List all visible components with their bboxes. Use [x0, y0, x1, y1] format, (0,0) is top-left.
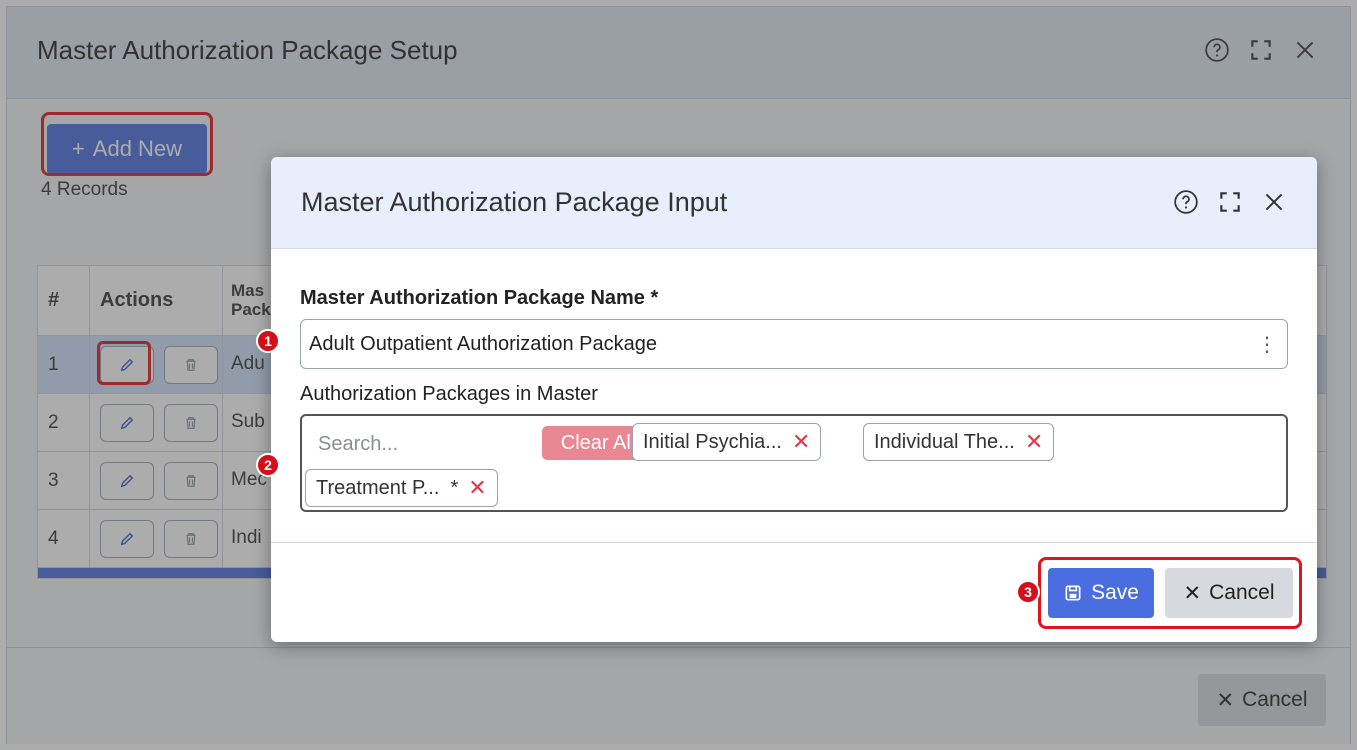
step-badge-3: 3 — [1016, 580, 1040, 604]
maximize-icon[interactable] — [1215, 187, 1245, 217]
modal-header: Master Authorization Package Input — [271, 157, 1317, 249]
package-name-input[interactable]: Adult Outpatient Authorization Package ⋮ — [300, 319, 1288, 369]
packages-label: Authorization Packages in Master — [300, 383, 598, 405]
remove-chip-icon[interactable]: ✕ — [792, 429, 810, 455]
chip-label: Initial Psychia... — [643, 430, 782, 453]
modal-title: Master Authorization Package Input — [301, 187, 728, 217]
help-icon[interactable] — [1171, 187, 1201, 217]
step-badge-1: 1 — [256, 329, 280, 353]
chip-label: Treatment P... * — [316, 476, 459, 499]
close-icon[interactable] — [1259, 187, 1289, 217]
package-name-value: Adult Outpatient Authorization Package — [309, 332, 658, 355]
package-name-label: Master Authorization Package Name * — [300, 287, 659, 309]
package-chip: Treatment P... * ✕ — [305, 469, 498, 507]
package-chip: Initial Psychia... ✕ — [632, 423, 822, 461]
package-input-modal: Master Authorization Package Input Maste… — [271, 157, 1317, 642]
highlight-footer-buttons — [1038, 557, 1302, 629]
search-input[interactable]: Search... — [318, 433, 398, 456]
kebab-icon[interactable]: ⋮ — [1257, 332, 1277, 357]
remove-chip-icon[interactable]: ✕ — [1025, 429, 1043, 455]
chip-label: Individual The... — [874, 430, 1015, 453]
remove-chip-icon[interactable]: ✕ — [468, 475, 486, 501]
packages-multiselect[interactable]: Search... Clear All Initial Psychia... ✕… — [300, 414, 1288, 512]
step-badge-2: 2 — [256, 453, 280, 477]
modal-footer-divider — [271, 542, 1317, 543]
package-chip: Individual The... ✕ — [863, 423, 1055, 461]
